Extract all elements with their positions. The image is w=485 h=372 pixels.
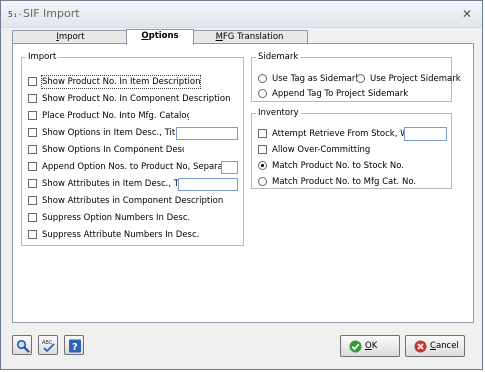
option-label: Suppress Option Numbers In Desc. (42, 213, 191, 223)
checkbox[interactable] (258, 145, 267, 154)
radio-button[interactable] (258, 89, 267, 98)
radio-button[interactable] (356, 74, 365, 83)
option-label: Append Tag To Project Sidemark (272, 89, 409, 99)
inventory-group-legend: Inventory (258, 108, 299, 118)
spell-check-button[interactable]: ABC (38, 335, 58, 355)
spell-check-icon: ABC (42, 340, 55, 353)
tab-import[interactable]: Import (12, 30, 129, 44)
search-button[interactable] (12, 335, 32, 355)
checkbox[interactable] (28, 128, 37, 137)
checkbox[interactable] (28, 145, 37, 154)
option-label: Suppress Attribute Numbers In Desc. (42, 230, 200, 240)
option-label: Show Product No. In Component Descriptio… (42, 94, 231, 104)
cancel-icon (414, 340, 427, 353)
help-button[interactable]: ? (64, 335, 84, 355)
option-label: Place Product No. Into Mfg. Catalog No (42, 111, 189, 121)
option-label: Show Attributes in Component Description (42, 196, 224, 206)
checkbox[interactable] (28, 111, 37, 120)
button-bar: ABC ? OK Cancel (1, 333, 482, 369)
radio-button[interactable] (258, 177, 267, 186)
checkbox[interactable] (28, 94, 37, 103)
option-label: Show Options in Item Desc., Title: (42, 128, 186, 138)
option-label: Match Product No. to Stock No. (272, 161, 404, 171)
option-label: Show Options In Component Descriptic (42, 145, 184, 155)
magnifier-icon (16, 339, 30, 353)
option-label: Use Tag as Sidemark (272, 74, 361, 84)
option-label: Match Product No. to Mfg Cat. No. (272, 177, 417, 187)
import-group: Import Show Product No. In Item Descript… (21, 52, 244, 246)
cancel-label: Cancel (430, 341, 459, 351)
checkbox[interactable] (28, 230, 37, 239)
option-label: Append Option Nos. to Product No, Separa… (42, 162, 238, 172)
help-icon: ? (69, 339, 81, 353)
options-title-field[interactable] (176, 127, 238, 140)
tab-mfg-translation[interactable]: MFG Translation (191, 30, 308, 44)
inventory-group: Inventory Attempt Retrieve From Stock, W… (251, 108, 452, 189)
app-icon: 5₁· (8, 10, 23, 19)
sif-import-window: 5₁· SIF Import ✕ Import Options MFG Tran… (0, 0, 483, 370)
svg-text:?: ? (72, 342, 78, 353)
attributes-title-field[interactable] (178, 178, 238, 191)
separator-field[interactable] (221, 161, 238, 174)
checkbox[interactable] (28, 179, 37, 188)
checkbox[interactable] (28, 213, 37, 222)
option-label: Use Project Sidemark (370, 74, 461, 84)
ok-label: OK (365, 341, 378, 351)
svg-text:ABC: ABC (42, 340, 53, 346)
checkbox[interactable] (258, 129, 267, 138)
sidemark-group-legend: Sidemark (258, 52, 299, 62)
checkbox[interactable] (28, 196, 37, 205)
import-group-legend: Import (28, 52, 57, 62)
radio-button-selected[interactable] (258, 161, 267, 170)
checkbox[interactable] (28, 162, 37, 171)
options-panel: Import Show Product No. In Item Descript… (12, 43, 474, 323)
tab-options[interactable]: Options (126, 29, 194, 45)
window-title: SIF Import (23, 7, 80, 20)
checkbox[interactable] (28, 77, 37, 86)
close-icon[interactable]: ✕ (460, 7, 474, 21)
radio-button[interactable] (258, 74, 267, 83)
sidemark-group: Sidemark Use Tag as Sidemark Use Project… (251, 52, 461, 102)
ok-button[interactable]: OK (340, 335, 400, 357)
option-label: Allow Over-Committing (272, 145, 371, 155)
checkmark-icon (349, 340, 362, 353)
option-label: Show Attributes in Item Desc., Title: (42, 179, 195, 189)
option-label: Show Product No. In Item Description (40, 75, 202, 89)
cancel-button[interactable]: Cancel (405, 335, 465, 357)
title-bar[interactable]: 5₁· SIF Import ✕ (1, 1, 482, 28)
option-label: Attempt Retrieve From Stock, WH: (272, 129, 418, 139)
warehouse-field[interactable] (404, 127, 447, 141)
